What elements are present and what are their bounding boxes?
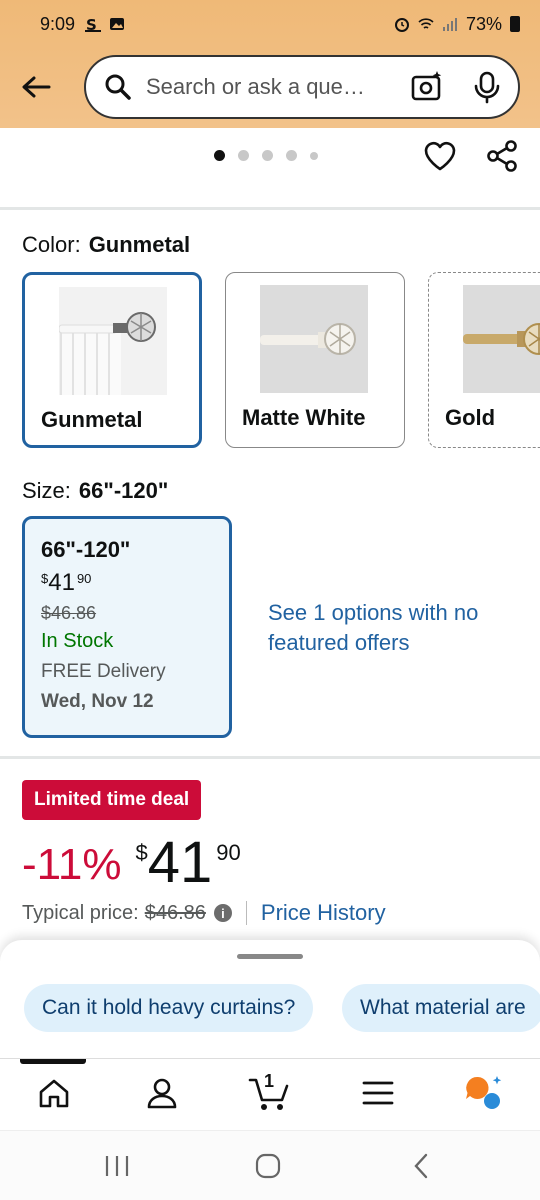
home-button[interactable] (253, 1151, 283, 1181)
typical-price-label: Typical price: (22, 901, 139, 924)
gunmetal-thumbnail (59, 287, 167, 395)
recent-apps-icon (105, 1156, 129, 1176)
search-icon (105, 74, 131, 100)
gold-thumbnail (463, 285, 540, 393)
home-icon (39, 1079, 69, 1108)
home-circle-icon (255, 1153, 281, 1179)
nav-home[interactable] (34, 1073, 74, 1113)
system-nav-bar (0, 1130, 540, 1200)
size-option-price: $ 41 90 (41, 569, 229, 597)
recent-apps-button[interactable] (102, 1151, 132, 1181)
gallery-dot[interactable] (262, 150, 273, 161)
svg-text:S: S (86, 16, 97, 32)
stock-status: In Stock (41, 630, 114, 652)
microphone-icon[interactable] (470, 70, 504, 104)
nav-cart[interactable]: 1 (248, 1071, 292, 1113)
battery-icon (510, 16, 520, 32)
color-option-gold[interactable]: Gold (428, 272, 540, 448)
price-whole: 41 (147, 830, 213, 895)
share-icon[interactable] (484, 138, 520, 174)
size-option-card[interactable]: 66"-120" $ 41 90 $46.86 In Stock FREE De… (22, 516, 232, 738)
chevron-left-icon (414, 1153, 428, 1179)
size-label-text: Size: (22, 478, 71, 503)
signal-icon (442, 18, 457, 31)
suggestion-chip[interactable]: Can it hold heavy curtains? (24, 984, 314, 1032)
status-bar: 9:09 S 73% (0, 0, 540, 48)
nav-rufus[interactable] (464, 1073, 504, 1113)
nav-menu[interactable] (358, 1073, 398, 1113)
matte-white-thumbnail (260, 285, 368, 393)
sheet-handle[interactable] (237, 954, 303, 959)
price-symbol: $ (135, 840, 148, 865)
alarm-icon (394, 18, 409, 32)
typical-price-row: Typical price: $46.86 i Price History (22, 900, 386, 926)
image-notification-icon (110, 18, 125, 30)
app-notification-icon: S (85, 16, 102, 32)
selected-size: 66"-120" (78, 478, 169, 503)
delivery-label: FREE Delivery (41, 661, 166, 682)
gallery-dot[interactable] (286, 150, 297, 161)
gallery-dot[interactable] (214, 150, 225, 161)
back-arrow-icon (22, 76, 51, 98)
wifi-icon (418, 18, 434, 29)
bottom-nav: 1 (0, 1058, 540, 1128)
camera-search-icon[interactable] (410, 70, 444, 104)
delivery-date: Wed, Nov 12 (41, 691, 154, 712)
wishlist-heart-icon[interactable] (422, 138, 458, 174)
price-cents: 90 (216, 840, 241, 865)
deal-price: -11% $ 41 90 (22, 832, 241, 894)
cart-count: 1 (264, 1071, 275, 1091)
system-back-button[interactable] (406, 1151, 436, 1181)
color-option-gunmetal[interactable]: Gunmetal (22, 272, 202, 448)
typical-price-value: $46.86 (144, 901, 206, 924)
app-header: 9:09 S 73% Search or ask a que… (0, 0, 540, 128)
selected-color: Gunmetal (88, 232, 191, 257)
gallery-dot[interactable] (238, 150, 249, 161)
image-gallery[interactable] (0, 128, 540, 210)
battery-percent: 73% (465, 13, 502, 34)
color-option-label: Gold (445, 405, 496, 430)
search-bar[interactable]: Search or ask a que… (84, 55, 520, 119)
user-icon (147, 1078, 177, 1109)
gallery-dot[interactable] (310, 151, 318, 160)
section-divider (0, 756, 540, 759)
menu-icon (362, 1081, 394, 1105)
suggestion-chip[interactable]: What material are (342, 984, 540, 1032)
color-label: Color: Gunmetal (22, 232, 190, 258)
search-input[interactable]: Search or ask a que… (146, 74, 400, 100)
color-option-label: Matte White (242, 405, 366, 430)
price-cents: 90 (76, 571, 92, 586)
back-button[interactable] (18, 69, 54, 105)
info-icon[interactable]: i (213, 904, 232, 922)
color-option-matte-white[interactable]: Matte White (225, 272, 405, 448)
price-history-link[interactable]: Price History (261, 900, 386, 926)
nav-account[interactable] (142, 1073, 182, 1113)
limited-deal-badge: Limited time deal (22, 780, 202, 820)
discount-percent: -11% (22, 840, 122, 889)
rufus-ai-icon (466, 1076, 502, 1109)
divider (245, 901, 247, 925)
price-whole: 41 (48, 569, 75, 596)
see-options-link[interactable]: See 1 options with no featured offers (268, 598, 508, 658)
size-option-list-price: $46.86 (41, 603, 97, 623)
color-option-label: Gunmetal (41, 407, 143, 432)
status-time: 9:09 (40, 13, 76, 34)
gallery-dots[interactable] (214, 150, 318, 161)
price-symbol: $ (41, 571, 49, 586)
size-label: Size: 66"-120" (22, 478, 168, 504)
size-option-name: 66"-120" (41, 537, 131, 562)
active-tab-indicator (20, 1059, 86, 1064)
color-label-text: Color: (22, 232, 81, 257)
ask-suggestions-sheet[interactable]: Can it hold heavy curtains? What materia… (0, 940, 540, 1060)
